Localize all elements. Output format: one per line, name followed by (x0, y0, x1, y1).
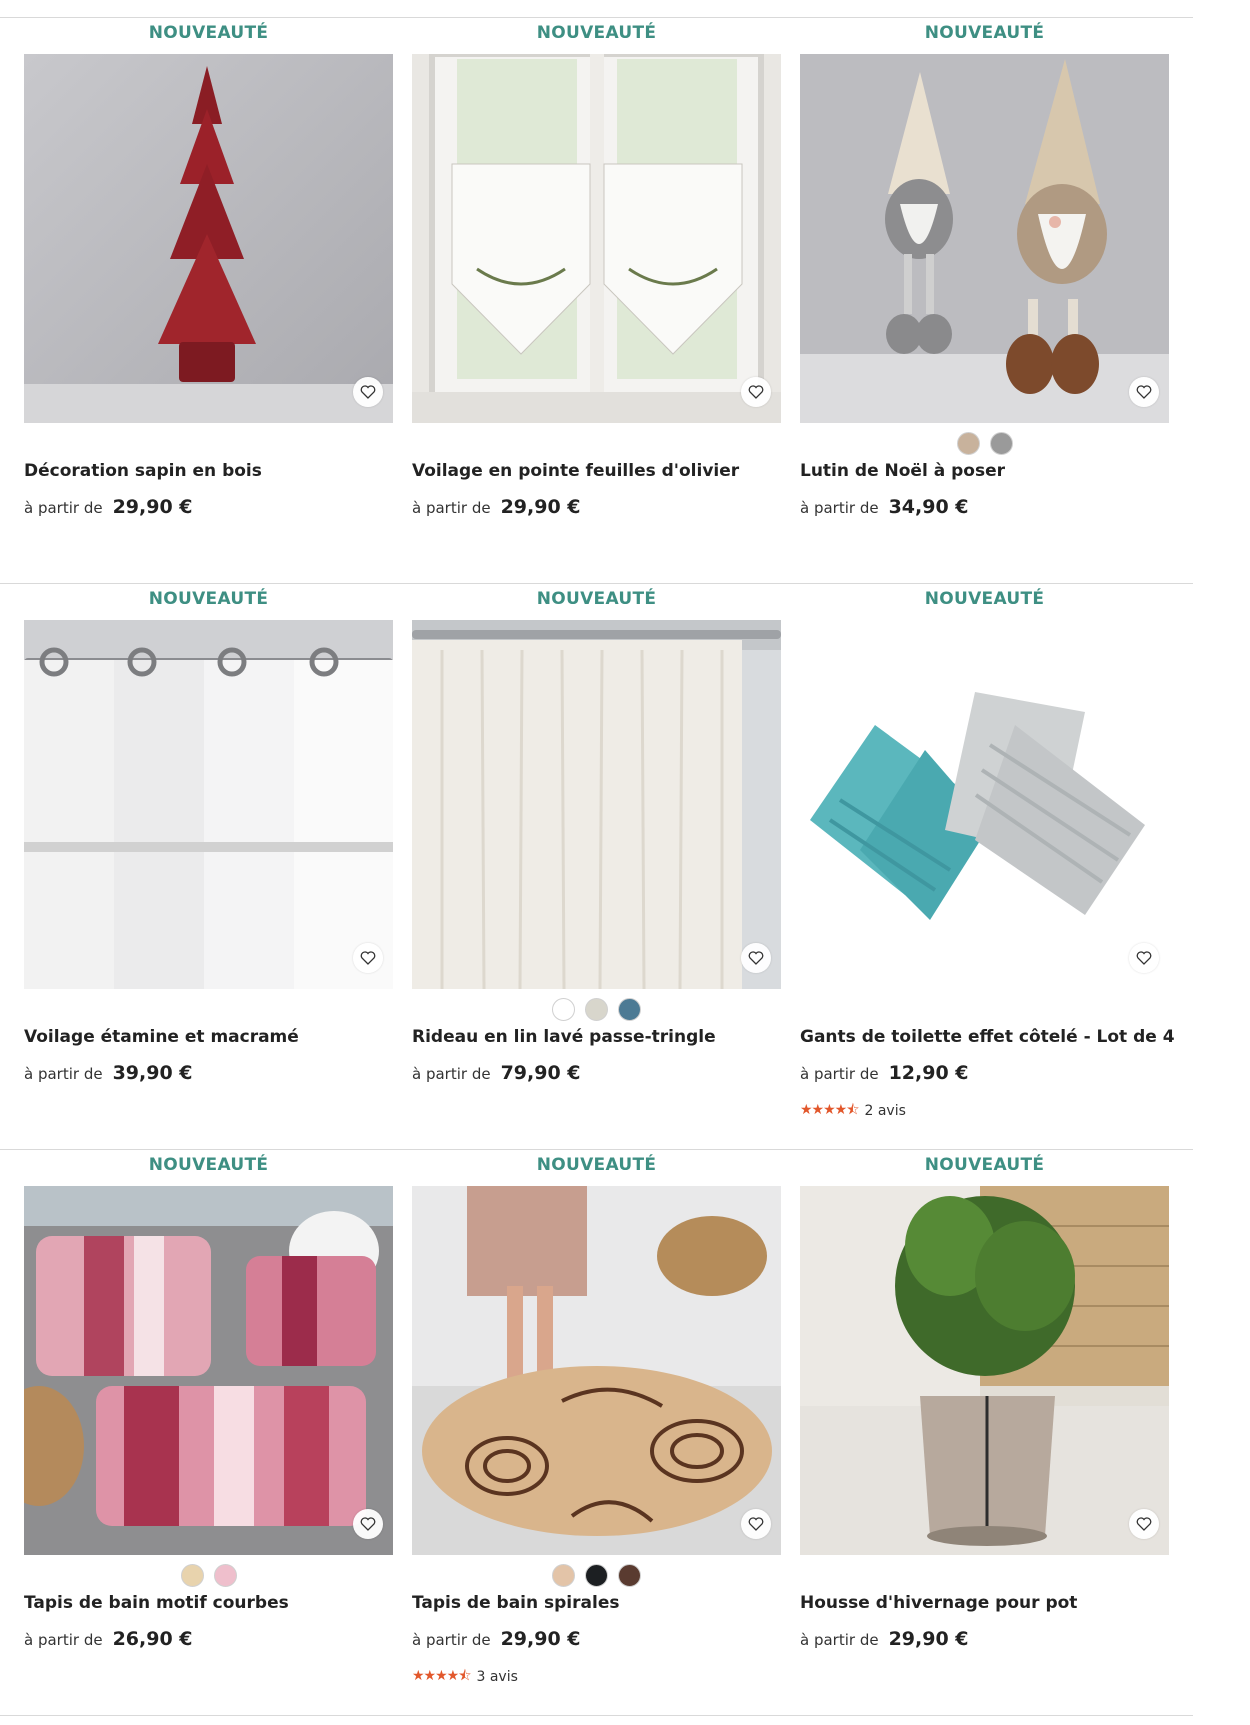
price-from-label: à partir de (800, 1631, 879, 1649)
price-from-label: à partir de (412, 499, 491, 517)
price-from-label: à partir de (800, 1065, 879, 1083)
new-badge: NOUVEAUTÉ (148, 1155, 269, 1175)
wishlist-heart-icon[interactable] (353, 1509, 383, 1539)
new-badge: NOUVEAUTÉ (924, 23, 1045, 43)
color-swatch[interactable] (552, 1564, 575, 1587)
product-title[interactable]: Lutin de Noël à poser (800, 461, 1180, 481)
price-line: à partir de 29,90 € (24, 496, 193, 518)
price-from-label: à partir de (24, 1065, 103, 1083)
product-price: 39,90 € (112, 1062, 193, 1084)
product-title[interactable]: Housse d'hivernage pour pot (800, 1593, 1180, 1613)
product-image[interactable] (412, 54, 781, 423)
price-line: à partir de 29,90 € (412, 496, 581, 518)
wishlist-heart-icon[interactable] (1129, 377, 1159, 407)
row-separator (0, 1715, 1193, 1716)
color-swatch[interactable] (180, 1564, 204, 1587)
color-swatch[interactable] (956, 432, 980, 455)
color-swatch[interactable] (585, 998, 608, 1021)
product-title[interactable]: Décoration sapin en bois (24, 461, 404, 481)
new-badge: NOUVEAUTÉ (924, 589, 1045, 609)
price-line: à partir de 39,90 € (24, 1062, 193, 1084)
price-line: à partir de 26,90 € (24, 1628, 193, 1650)
new-badge: NOUVEAUTÉ (924, 1155, 1045, 1175)
new-badge: NOUVEAUTÉ (536, 23, 657, 43)
wishlist-heart-icon[interactable] (741, 943, 771, 973)
price-from-label: à partir de (412, 1631, 491, 1649)
review-count: 3 avis (476, 1669, 518, 1685)
price-from-label: à partir de (24, 499, 103, 517)
product-image[interactable] (800, 620, 1169, 989)
product-title[interactable]: Gants de toilette effet côtelé - Lot de … (800, 1027, 1180, 1047)
price-line: à partir de 29,90 € (800, 1628, 969, 1650)
color-swatch[interactable] (989, 432, 1013, 455)
product-price: 29,90 € (888, 1628, 969, 1650)
new-badge: NOUVEAUTÉ (148, 589, 269, 609)
row-separator (0, 17, 1193, 18)
color-swatches (412, 1564, 781, 1587)
rating-stars-icon: ★★★★⯪ (412, 1668, 471, 1684)
wishlist-heart-icon[interactable] (1129, 943, 1159, 973)
product-image[interactable] (800, 54, 1169, 423)
product-title[interactable]: Voilage étamine et macramé (24, 1027, 404, 1047)
review-count: 2 avis (864, 1103, 906, 1119)
price-line: à partir de 29,90 € (412, 1628, 581, 1650)
product-title[interactable]: Tapis de bain motif courbes (24, 1593, 404, 1613)
new-badge: NOUVEAUTÉ (536, 589, 657, 609)
product-price: 29,90 € (112, 496, 193, 518)
price-line: à partir de 12,90 € (800, 1062, 969, 1084)
row-separator (0, 583, 1193, 584)
product-image[interactable] (412, 1186, 781, 1555)
wishlist-heart-icon[interactable] (353, 943, 383, 973)
product-price: 34,90 € (888, 496, 969, 518)
color-swatch[interactable] (213, 1564, 237, 1587)
price-from-label: à partir de (412, 1065, 491, 1083)
color-swatches (24, 1564, 393, 1587)
product-image[interactable] (24, 54, 393, 423)
color-swatch[interactable] (618, 998, 641, 1021)
product-rating[interactable]: ★★★★⯪ 2 avis (800, 1099, 906, 1123)
rating-stars-icon: ★★★★⯪ (800, 1102, 859, 1118)
color-swatches (800, 432, 1169, 455)
price-from-label: à partir de (800, 499, 879, 517)
product-price: 29,90 € (500, 1628, 581, 1650)
product-title[interactable]: Rideau en lin lavé passe-tringle (412, 1027, 792, 1047)
product-price: 79,90 € (500, 1062, 581, 1084)
product-price: 12,90 € (888, 1062, 969, 1084)
price-line: à partir de 34,90 € (800, 496, 969, 518)
color-swatch[interactable] (552, 998, 575, 1021)
wishlist-heart-icon[interactable] (741, 1509, 771, 1539)
color-swatches (412, 998, 781, 1021)
wishlist-heart-icon[interactable] (353, 377, 383, 407)
product-title[interactable]: Tapis de bain spirales (412, 1593, 792, 1613)
product-image[interactable] (412, 620, 781, 989)
price-line: à partir de 79,90 € (412, 1062, 581, 1084)
wishlist-heart-icon[interactable] (1129, 1509, 1159, 1539)
product-rating[interactable]: ★★★★⯪ 3 avis (412, 1665, 518, 1689)
product-price: 26,90 € (112, 1628, 193, 1650)
product-image[interactable] (24, 1186, 393, 1555)
wishlist-heart-icon[interactable] (741, 377, 771, 407)
product-price: 29,90 € (500, 496, 581, 518)
row-separator (0, 1149, 1193, 1150)
product-image[interactable] (24, 620, 393, 989)
new-badge: NOUVEAUTÉ (148, 23, 269, 43)
price-from-label: à partir de (24, 1631, 103, 1649)
color-swatch[interactable] (585, 1564, 608, 1587)
color-swatch[interactable] (618, 1564, 641, 1587)
product-image[interactable] (800, 1186, 1169, 1555)
product-title[interactable]: Voilage en pointe feuilles d'olivier (412, 461, 792, 481)
new-badge: NOUVEAUTÉ (536, 1155, 657, 1175)
